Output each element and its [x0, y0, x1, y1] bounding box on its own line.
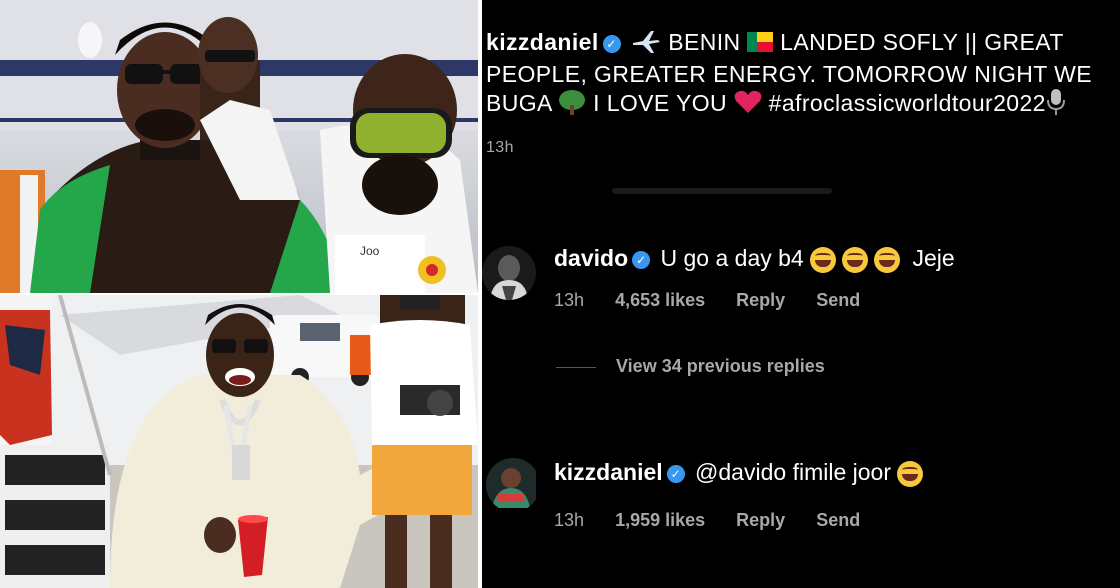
comment-kizzdaniel: kizzdaniel ✓ @davido fimile joor	[554, 458, 929, 487]
laugh-emoji-icon	[810, 246, 837, 273]
send-button[interactable]: Send	[816, 290, 860, 310]
heart-icon	[734, 90, 762, 120]
photo-collage: Joo	[0, 0, 478, 588]
comment-username[interactable]: davido	[554, 245, 628, 271]
reply-button[interactable]: Reply	[736, 510, 785, 530]
comment-likes[interactable]: 1,959 likes	[615, 510, 705, 530]
post-username[interactable]: kizzdaniel	[486, 29, 599, 55]
kizzdaniel-avatar[interactable]	[486, 458, 540, 512]
laugh-emoji-icon	[842, 246, 869, 273]
comment-davido-meta: 13h 4,653 likes Reply Send	[554, 290, 886, 311]
laugh-emoji-icon	[874, 246, 901, 273]
caption-part1: BENIN	[668, 29, 741, 56]
comment-time: 13h	[554, 510, 585, 530]
caption-part3: I LOVE YOU	[593, 90, 728, 117]
tree-icon	[558, 89, 586, 121]
comment-mention[interactable]: @davido	[695, 459, 786, 485]
post-time: 13h	[486, 139, 514, 156]
comments-panel: kizzdaniel ✓ BENIN LANDED SOFLY || GREAT …	[482, 0, 1120, 588]
verified-badge-icon: ✓	[602, 35, 621, 53]
davido-airport-photo	[0, 295, 478, 588]
reply-button[interactable]: Reply	[736, 290, 785, 310]
benin-flag-icon	[747, 30, 774, 58]
caption-hashtag[interactable]: #afroclassicworldtour2022	[769, 90, 1046, 116]
comment-davido: davido ✓ U go a day b4 Jeje	[554, 244, 955, 273]
comment-time: 13h	[554, 290, 585, 310]
comment-username[interactable]: kizzdaniel	[554, 459, 663, 485]
view-previous-replies[interactable]: View 34 previous replies	[556, 356, 825, 377]
send-button[interactable]: Send	[816, 510, 860, 530]
svg-text:Joo: Joo	[360, 244, 380, 258]
comment-kizzdaniel-meta: 13h 1,959 likes Reply Send	[554, 510, 886, 531]
post-caption: kizzdaniel ✓ BENIN LANDED SOFLY || GREAT …	[486, 28, 1106, 162]
microphone-icon	[1046, 88, 1066, 122]
faded-replies-hint	[612, 188, 832, 194]
view-replies-label[interactable]: View 34 previous replies	[616, 356, 825, 376]
verified-badge-icon: ✓	[666, 464, 685, 483]
kizzdaniel-arrival-photo: Joo	[0, 0, 478, 293]
laugh-emoji-icon	[897, 460, 924, 487]
comment-text: U go a day b4	[660, 245, 804, 271]
comment-likes[interactable]: 4,653 likes	[615, 290, 705, 310]
replies-line	[556, 366, 596, 368]
comment-text-suffix: Jeje	[912, 245, 955, 271]
comment-text: fimile joor	[792, 459, 891, 485]
airplane-icon	[631, 28, 661, 60]
verified-badge-icon: ✓	[632, 250, 651, 269]
davido-avatar[interactable]	[482, 246, 536, 300]
